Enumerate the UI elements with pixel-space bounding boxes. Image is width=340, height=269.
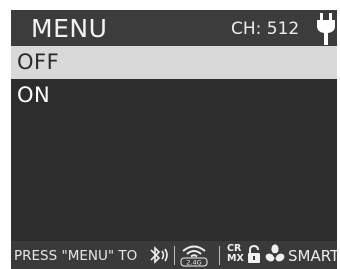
wifi-band-label: 2.4G <box>186 259 201 267</box>
status-divider <box>219 246 220 265</box>
crmx-label-line2: MX <box>227 253 244 264</box>
lock-icon <box>248 244 260 263</box>
plug-icon <box>317 13 335 45</box>
fan-icon <box>265 244 285 262</box>
status-bar: PRESS "MENU" TO 2.4G CR MX SMART <box>11 241 337 269</box>
status-divider <box>174 246 175 265</box>
menu-item-on[interactable]: ON <box>11 79 337 112</box>
footer-hint: PRESS "MENU" TO <box>14 248 138 264</box>
device-screen: MENU CH: 512 OFF ON PRESS "MENU" TO 2.4G <box>11 10 337 269</box>
mode-label: SMART <box>288 247 337 265</box>
header-bar: MENU CH: 512 <box>11 10 337 46</box>
bluetooth-icon <box>150 246 168 264</box>
menu-list: OFF ON <box>11 46 337 112</box>
wifi-2.4g-icon: 2.4G <box>180 245 208 267</box>
crmx-icon: CR MX <box>227 244 244 264</box>
channel-readout: CH: 512 <box>231 19 300 39</box>
page-title: MENU <box>31 14 108 43</box>
menu-item-off[interactable]: OFF <box>11 46 337 79</box>
